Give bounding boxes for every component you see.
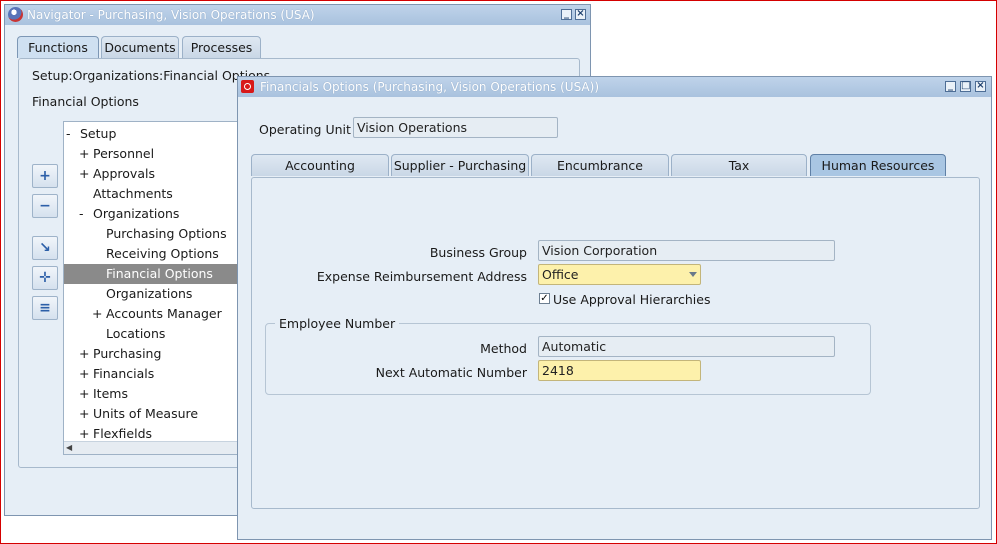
tree-node-organizations[interactable]: - Organizations bbox=[79, 204, 179, 224]
tab-label: Functions bbox=[28, 40, 88, 55]
expand-branch-button[interactable]: ↘ bbox=[32, 236, 58, 260]
expense-address-label: Expense Reimbursement Address bbox=[316, 269, 527, 284]
tree-node-purchasing-options[interactable]: Purchasing Options bbox=[92, 224, 227, 244]
employee-number-group-title: Employee Number bbox=[275, 316, 400, 331]
tab-functions[interactable]: Functions bbox=[17, 36, 99, 58]
tab-label: Documents bbox=[104, 40, 176, 55]
tree-node-units-of-measure[interactable]: + Units of Measure bbox=[79, 404, 198, 424]
tree-node-attachments[interactable]: Attachments bbox=[79, 184, 173, 204]
tab-supplier-purchasing[interactable]: Supplier - Purchasing bbox=[391, 154, 529, 176]
method-field[interactable]: Automatic bbox=[538, 336, 835, 357]
oracle-logo-icon bbox=[241, 80, 254, 93]
expand-button[interactable]: + bbox=[32, 164, 58, 188]
collapse-all-button[interactable]: ≡ bbox=[32, 296, 58, 320]
approval-hierarchies-checkbox[interactable]: ✓ bbox=[539, 293, 550, 304]
tree-node-organizations-form[interactable]: Organizations bbox=[92, 284, 192, 304]
navigator-titlebar[interactable]: Navigator - Purchasing, Vision Operation… bbox=[5, 5, 590, 25]
next-automatic-number-field[interactable]: 2418 bbox=[538, 360, 701, 381]
expense-address-value: Office bbox=[542, 267, 579, 282]
tab-accounting[interactable]: Accounting bbox=[251, 154, 389, 176]
human-resources-panel: Business Group Vision Corporation Expens… bbox=[251, 177, 980, 509]
scroll-left-icon[interactable]: ◀ bbox=[66, 443, 72, 452]
collapse-button[interactable]: − bbox=[32, 194, 58, 218]
tab-tax[interactable]: Tax bbox=[671, 154, 807, 176]
tree-node-purchasing[interactable]: + Purchasing bbox=[79, 344, 161, 364]
tree-node-receiving-options[interactable]: Receiving Options bbox=[92, 244, 219, 264]
tab-processes[interactable]: Processes bbox=[182, 36, 261, 58]
tree-node-accounts-manager[interactable]: + Accounts Manager bbox=[92, 304, 222, 324]
tab-label: Human Resources bbox=[821, 158, 935, 173]
tree-node-personnel[interactable]: + Personnel bbox=[79, 144, 154, 164]
navigator-title: Navigator - Purchasing, Vision Operation… bbox=[27, 8, 315, 22]
tab-human-resources[interactable]: Human Resources bbox=[810, 154, 946, 176]
tab-label: Tax bbox=[728, 158, 750, 173]
financials-title: Financials Options (Purchasing, Vision O… bbox=[260, 80, 599, 94]
business-group-label: Business Group bbox=[429, 245, 527, 260]
function-tree[interactable]: - Setup + Personnel + Approvals Attachments… bbox=[63, 121, 253, 455]
close-icon[interactable]: × bbox=[975, 81, 986, 92]
approval-hierarchies-label: Use Approval Hierarchies bbox=[553, 292, 711, 307]
selected-function-label: Financial Options bbox=[32, 94, 139, 109]
maximize-icon[interactable]: □ bbox=[960, 81, 971, 92]
tree-node-setup[interactable]: - Setup bbox=[66, 124, 116, 144]
next-automatic-number-label: Next Automatic Number bbox=[375, 365, 527, 380]
tab-label: Processes bbox=[190, 40, 253, 55]
operating-unit-label: Operating Unit bbox=[259, 122, 351, 137]
tree-node-items[interactable]: + Items bbox=[79, 384, 128, 404]
business-group-field[interactable]: Vision Corporation bbox=[538, 240, 835, 261]
chevron-down-icon[interactable] bbox=[689, 272, 697, 277]
tree-node-approvals[interactable]: + Approvals bbox=[79, 164, 155, 184]
tree-node-financials[interactable]: + Financials bbox=[79, 364, 154, 384]
minimize-icon[interactable]: _ bbox=[945, 81, 956, 92]
navigator-path: Setup:Organizations:Financial Options bbox=[32, 68, 271, 83]
financials-options-window: Financials Options (Purchasing, Vision O… bbox=[237, 76, 992, 540]
tree-node-locations[interactable]: Locations bbox=[92, 324, 165, 344]
tab-encumbrance[interactable]: Encumbrance bbox=[531, 154, 669, 176]
employee-number-group bbox=[265, 323, 871, 395]
tab-label: Encumbrance bbox=[556, 158, 643, 173]
expand-all-button[interactable]: ✛ bbox=[32, 266, 58, 290]
expense-address-select[interactable]: Office bbox=[538, 264, 701, 285]
operating-unit-field[interactable]: Vision Operations bbox=[353, 117, 558, 138]
method-label: Method bbox=[480, 341, 527, 356]
tab-label: Supplier - Purchasing bbox=[393, 158, 527, 173]
tree-horizontal-scrollbar[interactable]: ◀ bbox=[64, 441, 252, 454]
financials-titlebar[interactable]: Financials Options (Purchasing, Vision O… bbox=[238, 77, 991, 97]
tab-label: Accounting bbox=[285, 158, 355, 173]
minimize-icon[interactable]: _ bbox=[561, 9, 572, 20]
tab-documents[interactable]: Documents bbox=[101, 36, 179, 58]
close-icon[interactable]: × bbox=[575, 9, 586, 20]
tree-node-financial-options[interactable]: Financial Options bbox=[64, 264, 252, 284]
oracle-globe-icon bbox=[8, 7, 23, 22]
